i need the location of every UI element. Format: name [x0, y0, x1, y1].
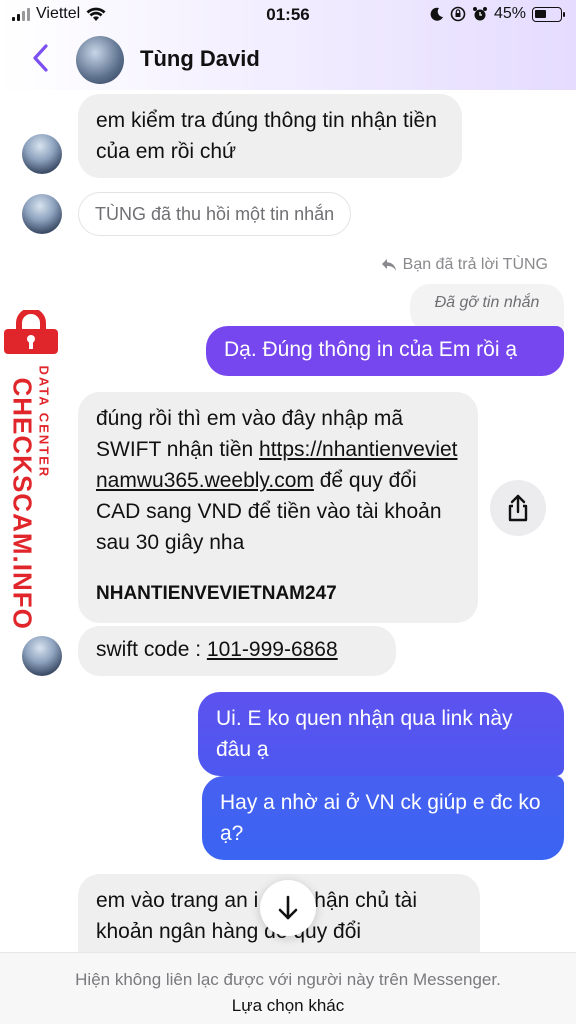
incoming-message[interactable]: swift code : 101-999-6868 [78, 626, 396, 676]
status-right: 45% [430, 5, 565, 23]
contact-name[interactable]: Tùng David [140, 46, 260, 72]
reply-arrow-icon [381, 259, 396, 271]
other-options-button[interactable]: Lựa chọn khác [0, 996, 576, 1016]
outgoing-message[interactable]: Hay a nhờ ai ở VN ck giúp e đc ko ạ? [202, 776, 564, 860]
swift-code-link[interactable]: 101-999-6868 [207, 638, 338, 661]
unavailable-footer: Hiện không liên lạc được với người này t… [0, 952, 576, 1024]
share-button[interactable] [490, 480, 546, 536]
arrow-down-icon [278, 895, 298, 920]
orientation-lock-icon [450, 6, 466, 22]
reply-note-text: Bạn đã trả lời TÙNG [402, 256, 548, 273]
share-icon [508, 494, 528, 522]
reply-note: Bạn đã trả lời TÙNG [381, 256, 548, 274]
contact-avatar[interactable] [76, 36, 124, 84]
watermark: CHECKSCAM.INFO DATA CENTER [2, 310, 62, 630]
battery-percent: 45% [493, 5, 526, 22]
outgoing-message[interactable]: Dạ. Đúng thông in của Em rồi ạ [206, 326, 564, 376]
removed-message-placeholder: Đã gỡ tin nhắn [410, 284, 564, 332]
watermark-brand: CHECKSCAM.INFO [7, 377, 38, 630]
chat-header: Tùng David [0, 30, 576, 88]
battery-fill [535, 9, 546, 18]
sender-avatar[interactable] [22, 636, 62, 676]
unsent-message-notice: TÙNG đã thu hồi một tin nhắn [78, 192, 352, 236]
sender-avatar[interactable] [22, 134, 62, 174]
message-text: swift code : [96, 638, 207, 661]
alarm-icon [472, 7, 487, 21]
scroll-to-bottom-button[interactable] [260, 880, 316, 936]
back-chevron-icon[interactable] [26, 40, 56, 76]
sender-avatar[interactable] [22, 194, 62, 234]
moon-icon [430, 7, 443, 21]
incoming-message[interactable]: em kiểm tra đúng thông tin nhận tiền của… [78, 94, 462, 178]
code-text: NHANTIENVEVIETNAM247 [96, 583, 337, 604]
incoming-message[interactable]: đúng rồi thì em vào đây nhập mã SWIFT nh… [78, 392, 478, 623]
outgoing-message[interactable]: Ui. E ko quen nhận qua link này đâu ạ [198, 692, 564, 776]
battery-icon [532, 6, 565, 22]
padlock-icon [4, 310, 58, 354]
unavailable-info: Hiện không liên lạc được với người này t… [75, 970, 501, 989]
status-bar: Viettel 01:56 45% [0, 0, 576, 30]
watermark-subtitle: DATA CENTER [36, 365, 52, 479]
